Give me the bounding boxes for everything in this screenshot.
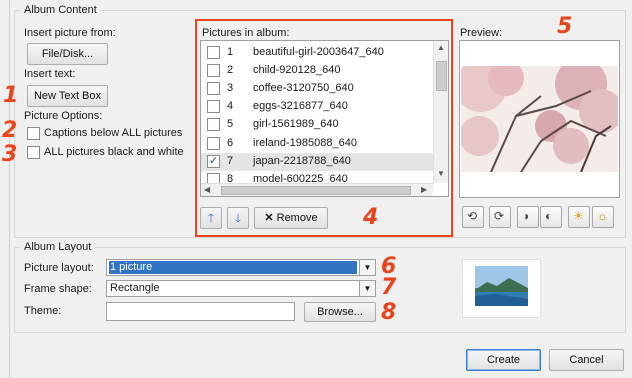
picture-checkbox[interactable] [207, 82, 220, 96]
album-layout-title: Album Layout [20, 241, 96, 253]
list-item[interactable]: 4 eggs-3216877_640 [201, 98, 433, 116]
annotation-3: 3 [2, 142, 18, 167]
picture-number: 2 [227, 64, 234, 77]
list-item[interactable]: 1 beautiful-girl-2003647_640 [201, 44, 433, 62]
theme-input[interactable] [106, 302, 295, 321]
rotate-right-icon: ⟳ [494, 209, 505, 223]
picture-number: 7 [227, 154, 234, 167]
captions-option-label: Captions below ALL pictures [44, 127, 183, 139]
x-icon: ✕ [264, 212, 274, 224]
annotation-5: 5 [557, 14, 573, 39]
picture-number: 4 [227, 100, 234, 113]
brightness-down-icon: ☼ [597, 209, 608, 223]
pictures-in-album-label: Pictures in album: [202, 27, 290, 39]
arrow-down-icon: 🡓 [234, 211, 242, 225]
annotation-2: 2 [2, 118, 18, 143]
brightness-down-button[interactable]: ☼ [592, 206, 614, 228]
picture-layout-select[interactable]: 1 picture ▼ [106, 259, 376, 276]
scroll-hthumb[interactable] [221, 186, 411, 195]
preview-label: Preview: [460, 27, 503, 39]
list-item[interactable]: 5 girl-1561989_640 [201, 116, 433, 134]
move-down-button[interactable]: 🡓 [227, 207, 249, 229]
preview-image [461, 66, 618, 172]
picture-number: 3 [227, 82, 234, 95]
picture-layout-value: 1 picture [109, 261, 357, 274]
captions-checkbox[interactable] [27, 127, 40, 140]
brightness-up-button[interactable]: ☀ [568, 206, 590, 228]
scroll-thumb[interactable] [436, 61, 447, 91]
move-up-button[interactable]: 🡑 [200, 207, 222, 229]
list-item[interactable]: ✓ 7 japan-2218788_640 [201, 152, 433, 171]
list-item[interactable]: 3 coffee-3120750_640 [201, 80, 433, 98]
picture-filename: ireland-1985088_640 [253, 136, 357, 149]
picture-options-label: Picture Options: [24, 110, 103, 122]
contrast-down-icon: ◐ [545, 209, 553, 223]
picture-filename: girl-1561989_640 [253, 118, 339, 131]
cancel-button[interactable]: Cancel [549, 349, 624, 371]
new-text-box-button[interactable]: New Text Box [27, 85, 108, 107]
rotate-left-button[interactable]: ⟲ [462, 206, 484, 228]
pictures-list[interactable]: 1 beautiful-girl-2003647_640 2 child-920128… [200, 40, 449, 197]
picture-checkbox[interactable] [207, 100, 220, 114]
picture-filename: coffee-3120750_640 [253, 82, 354, 95]
insert-picture-label: Insert picture from: [24, 27, 116, 39]
rotate-right-button[interactable]: ⟳ [489, 206, 511, 228]
browse-button[interactable]: Browse... [304, 302, 376, 322]
picture-checkbox[interactable] [207, 46, 220, 59]
picture-filename: beautiful-girl-2003647_640 [253, 46, 384, 58]
pictures-list-vscroll[interactable]: ▲ ▼ [433, 41, 448, 183]
remove-button[interactable]: ✕ Remove [254, 207, 328, 229]
picture-checkbox[interactable] [207, 136, 220, 150]
frame-shape-select[interactable]: Rectangle ▼ [106, 280, 376, 297]
list-item[interactable]: 2 child-920128_640 [201, 62, 433, 80]
picture-number: 6 [227, 136, 234, 149]
contrast-down-button[interactable]: ◐ [540, 206, 562, 228]
insert-text-label: Insert text: [24, 68, 76, 80]
annotation-7: 7 [381, 275, 397, 300]
picture-number: 1 [227, 46, 234, 58]
picture-number: 5 [227, 118, 234, 131]
scroll-up-icon[interactable]: ▲ [437, 43, 445, 52]
scroll-left-icon[interactable]: ◀ [204, 185, 210, 194]
black-white-option-label: ALL pictures black and white [44, 146, 184, 158]
picture-layout-label: Picture layout: [24, 262, 94, 274]
picture-filename: eggs-3216877_640 [253, 100, 348, 113]
brightness-up-icon: ☀ [573, 209, 584, 223]
frame-shape-label: Frame shape: [24, 283, 92, 295]
annotation-1: 1 [3, 83, 19, 108]
file-disk-button[interactable]: File/Disk... [27, 43, 108, 65]
picture-checkbox[interactable] [207, 118, 220, 132]
theme-label: Theme: [24, 305, 62, 317]
rotate-left-icon: ⟲ [467, 209, 478, 223]
frame-shape-value: Rectangle [110, 282, 160, 294]
picture-checkbox[interactable]: ✓ [207, 154, 220, 168]
picture-filename: japan-2218788_640 [253, 154, 351, 167]
picture-checkbox[interactable] [207, 64, 220, 78]
album-content-title: Album Content [20, 4, 101, 16]
arrow-up-icon: 🡑 [207, 211, 215, 225]
annotation-4: 4 [363, 205, 379, 230]
list-item[interactable]: 6 ireland-1985088_640 [201, 135, 433, 153]
dialog-left-edge [9, 0, 10, 378]
layout-preview-image [475, 266, 528, 306]
chevron-down-icon[interactable]: ▼ [359, 281, 375, 296]
chevron-down-icon[interactable]: ▼ [359, 260, 375, 275]
create-button[interactable]: Create [466, 349, 541, 371]
contrast-up-button[interactable]: ◑ [517, 206, 539, 228]
scroll-right-icon[interactable]: ▶ [421, 185, 427, 194]
black-white-checkbox[interactable] [27, 146, 40, 159]
contrast-up-icon: ◑ [522, 209, 530, 223]
picture-filename: child-920128_640 [253, 64, 341, 77]
annotation-8: 8 [381, 300, 397, 325]
pictures-list-hscroll[interactable]: ◀ ▶ [201, 183, 433, 196]
scroll-down-icon[interactable]: ▼ [437, 169, 445, 178]
